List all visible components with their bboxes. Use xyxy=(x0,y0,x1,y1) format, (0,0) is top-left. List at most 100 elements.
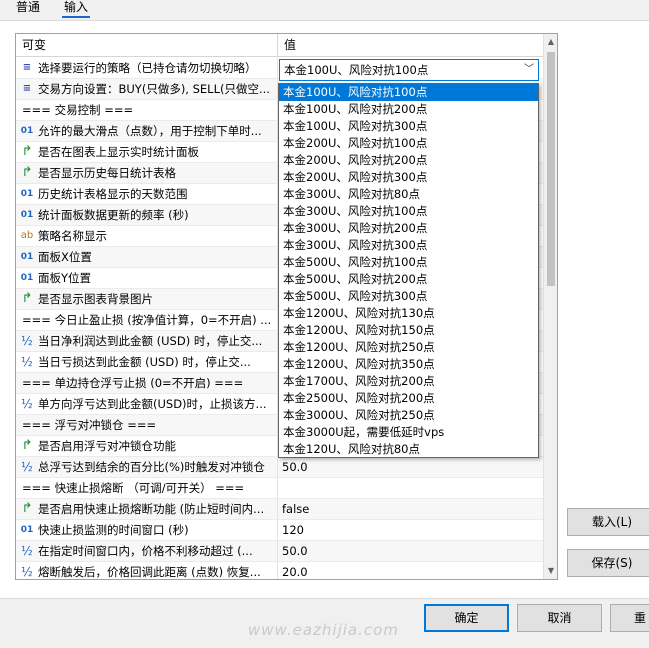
row-variable-label: 面板X位置 xyxy=(38,250,92,264)
table-row[interactable]: 01 快速止损监测的时间窗口 (秒) 120 xyxy=(16,520,543,541)
table-row[interactable]: ½ 总浮亏达到结余的百分比(%)时触发对冲锁仓 50.0 xyxy=(16,457,543,478)
integer-icon: 01 xyxy=(20,126,34,136)
dropdown-option[interactable]: 本金2500U、风险对抗200点 xyxy=(279,390,538,407)
row-variable-cell: ↱ 是否启用快速止损熔断功能 (防止短时间内... xyxy=(16,499,278,519)
dropdown-option[interactable]: 本金500U、风险对抗200点 xyxy=(279,271,538,288)
tab-inputs[interactable]: 输入 xyxy=(62,0,91,18)
row-variable-label: 是否显示图表背景图片 xyxy=(38,292,153,306)
integer-icon: 01 xyxy=(20,252,34,262)
dropdown-option[interactable]: 本金120U、风险对抗80点 xyxy=(279,441,538,458)
row-variable-label: === 交易控制 === xyxy=(22,103,134,117)
row-variable-label: === 今日止盈止损 (按净值计算，0=不开启) ... xyxy=(22,313,272,327)
row-value-cell[interactable] xyxy=(278,478,543,498)
chevron-down-icon[interactable]: ﹀ xyxy=(524,60,534,80)
column-header-variable[interactable]: 可变 xyxy=(16,34,278,57)
table-row[interactable]: ½ 熔断触发后，价格回调此距离 (点数) 恢复... 20.0 xyxy=(16,562,543,579)
dropdown-option[interactable]: 本金3000U起，需要低延时vps xyxy=(279,424,538,441)
scroll-down-icon[interactable]: ▼ xyxy=(544,563,557,579)
row-variable-label: 总浮亏达到结余的百分比(%)时触发对冲锁仓 xyxy=(38,460,265,474)
row-variable-label: 当日亏损达到此金额 (USD) 时，停止交... xyxy=(38,355,251,369)
row-variable-cell: ½ 在指定时间窗口内，价格不利移动超过 (... xyxy=(16,541,278,561)
double-icon: ½ xyxy=(21,460,33,474)
dropdown-option[interactable]: 本金100U、风险对抗100点 xyxy=(279,84,538,101)
row-variable-cell: 01 快速止损监测的时间窗口 (秒) xyxy=(16,520,278,540)
load-button[interactable]: 载入(L) xyxy=(567,508,649,536)
boolean-icon: ↱ xyxy=(21,501,33,516)
row-variable-label: 统计面板数据更新的频率 (秒) xyxy=(38,208,189,222)
save-button[interactable]: 保存(S) xyxy=(567,549,649,577)
table-row[interactable]: === 快速止损熔断 （可调/可开关） === xyxy=(16,478,543,499)
row-variable-cell: ½ 单方向浮亏达到此金额(USD)时，止损该方... xyxy=(16,394,278,414)
grid-header: 可变 值 xyxy=(16,34,543,57)
row-variable-cell: ↱ 是否在图表上显示实时统计面板 xyxy=(16,142,278,162)
dropdown-option[interactable]: 本金1200U、风险对抗350点 xyxy=(279,356,538,373)
row-value-cell[interactable]: 120 xyxy=(278,520,543,540)
string-icon: ab xyxy=(20,230,34,241)
double-icon: ½ xyxy=(21,397,33,411)
dropdown-option[interactable]: 本金500U、风险对抗300点 xyxy=(279,288,538,305)
column-header-value[interactable]: 值 xyxy=(278,34,543,57)
dropdown-option[interactable]: 本金100U、风险对抗300点 xyxy=(279,118,538,135)
row-variable-cell: === 单边持仓浮亏止损 (0=不开启) === xyxy=(16,373,278,393)
double-icon: ½ xyxy=(21,565,33,579)
scrollbar-thumb[interactable] xyxy=(547,52,555,286)
dropdown-option[interactable]: 本金1200U、风险对抗150点 xyxy=(279,322,538,339)
dropdown-option[interactable]: 本金1700U、风险对抗200点 xyxy=(279,373,538,390)
row-variable-label: 当日净利润达到此金额 (USD) 时，停止交... xyxy=(38,334,263,348)
row-variable-cell: 01 历史统计表格显示的天数范围 xyxy=(16,184,278,204)
strategy-combobox-value: 本金100U、风险对抗100点 xyxy=(284,63,429,77)
boolean-icon: ↱ xyxy=(21,165,33,180)
strategy-combobox[interactable]: 本金100U、风险对抗100点 ﹀ xyxy=(279,59,539,81)
strategy-dropdown-list: 本金100U、风险对抗100点 本金100U、风险对抗200点 本金100U、风险对… xyxy=(278,83,539,458)
row-variable-label: 面板Y位置 xyxy=(38,271,92,285)
scroll-up-icon[interactable]: ▲ xyxy=(544,34,557,50)
row-variable-label: === 单边持仓浮亏止损 (0=不开启) === xyxy=(22,376,244,390)
dropdown-option[interactable]: 本金100U、风险对抗200点 xyxy=(279,101,538,118)
row-variable-cell: === 浮亏对冲锁仓 === xyxy=(16,415,278,435)
dropdown-option[interactable]: 本金300U、风险对抗200点 xyxy=(279,220,538,237)
table-row[interactable]: ↱ 是否启用快速止损熔断功能 (防止短时间内... false xyxy=(16,499,543,520)
dropdown-option[interactable]: 本金300U、风险对抗300点 xyxy=(279,237,538,254)
tab-bar: 普通 输入 xyxy=(0,0,649,22)
row-variable-label: 选择要运行的策略（已持仓请勿切换切略） xyxy=(38,61,257,75)
row-variable-label: 单方向浮亏达到此金额(USD)时，止损该方... xyxy=(38,397,267,411)
row-variable-cell: === 今日止盈止损 (按净值计算，0=不开启) ... xyxy=(16,310,278,330)
enum-icon: ≡ xyxy=(22,62,32,73)
enum-icon: ≡ xyxy=(22,83,32,94)
dropdown-option[interactable]: 本金300U、风险对抗80点 xyxy=(279,186,538,203)
table-row[interactable]: ½ 在指定时间窗口内，价格不利移动超过 (... 50.0 xyxy=(16,541,543,562)
row-variable-cell: === 快速止损熔断 （可调/可开关） === xyxy=(16,478,278,498)
row-variable-cell: 01 统计面板数据更新的频率 (秒) xyxy=(16,205,278,225)
row-variable-label: === 浮亏对冲锁仓 === xyxy=(22,418,157,432)
tab-general[interactable]: 普通 xyxy=(14,0,42,18)
dropdown-option[interactable]: 本金200U、风险对抗200点 xyxy=(279,152,538,169)
row-value-cell[interactable]: 50.0 xyxy=(278,541,543,561)
dropdown-option[interactable]: 本金300U、风险对抗100点 xyxy=(279,203,538,220)
row-value-cell[interactable]: 50.0 xyxy=(278,457,543,477)
row-variable-cell: ½ 当日净利润达到此金额 (USD) 时，停止交... xyxy=(16,331,278,351)
ok-button[interactable]: 确定 xyxy=(424,604,509,632)
row-variable-label: 历史统计表格显示的天数范围 xyxy=(38,187,188,201)
boolean-icon: ↱ xyxy=(21,438,33,453)
row-variable-cell: ½ 当日亏损达到此金额 (USD) 时，停止交... xyxy=(16,352,278,372)
dropdown-option[interactable]: 本金500U、风险对抗100点 xyxy=(279,254,538,271)
row-variable-cell: ≡ 交易方向设置：BUY(只做多), SELL(只做空... xyxy=(16,79,278,99)
row-variable-cell: ½ 熔断触发后，价格回调此距离 (点数) 恢复... xyxy=(16,562,278,579)
row-variable-label: 是否显示历史每日统计表格 xyxy=(38,166,176,180)
reset-button[interactable]: 重 xyxy=(610,604,649,632)
row-variable-label: 是否启用快速止损熔断功能 (防止短时间内... xyxy=(38,502,265,516)
integer-icon: 01 xyxy=(20,189,34,199)
row-value-cell[interactable]: 20.0 xyxy=(278,562,543,579)
cancel-button[interactable]: 取消 xyxy=(517,604,602,632)
integer-icon: 01 xyxy=(20,210,34,220)
vertical-scrollbar[interactable]: ▲ ▼ xyxy=(543,34,557,579)
dropdown-option[interactable]: 本金1200U、风险对抗130点 xyxy=(279,305,538,322)
dropdown-option[interactable]: 本金3000U、风险对抗250点 xyxy=(279,407,538,424)
dropdown-option[interactable]: 本金200U、风险对抗300点 xyxy=(279,169,538,186)
row-variable-label: 快速止损监测的时间窗口 (秒) xyxy=(38,523,189,537)
dropdown-option[interactable]: 本金200U、风险对抗100点 xyxy=(279,135,538,152)
row-variable-cell: ↱ 是否显示历史每日统计表格 xyxy=(16,163,278,183)
row-variable-label: 是否启用浮亏对冲锁仓功能 xyxy=(38,439,176,453)
row-value-cell[interactable]: false xyxy=(278,499,543,519)
dropdown-option[interactable]: 本金1200U、风险对抗250点 xyxy=(279,339,538,356)
